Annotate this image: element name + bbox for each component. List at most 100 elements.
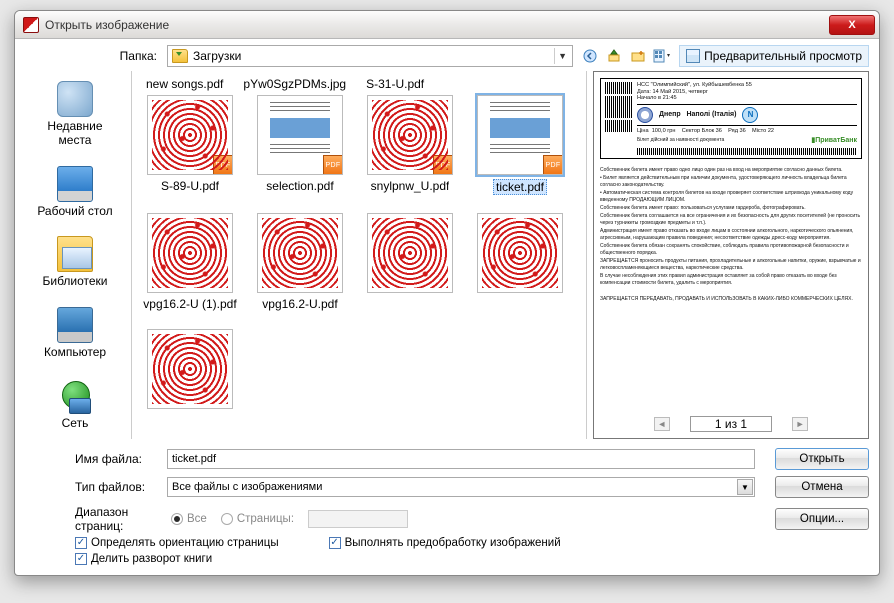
folder-label: Папка: bbox=[115, 49, 157, 63]
pdf-badge-icon: PDF bbox=[213, 155, 233, 175]
barcode-icon bbox=[605, 82, 633, 155]
folder-icon bbox=[172, 49, 188, 63]
file-thumbnail bbox=[147, 213, 233, 293]
computer-icon bbox=[57, 307, 93, 343]
sidebar-item-network[interactable]: Сеть bbox=[30, 374, 120, 435]
range-pages-radio[interactable]: Страницы: bbox=[221, 513, 294, 525]
new-folder-button[interactable] bbox=[627, 45, 649, 67]
sidebar-item-label: Рабочий стол bbox=[37, 205, 112, 219]
libraries-icon bbox=[57, 236, 93, 272]
radio-icon bbox=[171, 513, 183, 525]
filename-label: Имя файла: bbox=[25, 452, 157, 466]
radio-icon bbox=[221, 513, 233, 525]
folder-value: Загрузки bbox=[193, 49, 241, 63]
file-thumbnail: PDF bbox=[257, 95, 343, 175]
ticket-preview: НСС "Олимпийский", ул. Куйбышевбенка 55Д… bbox=[600, 78, 862, 159]
file-thumbnail: PDF bbox=[147, 95, 233, 175]
nav-back-button[interactable] bbox=[579, 45, 601, 67]
team-logo-2-icon: N bbox=[742, 107, 758, 123]
splitbook-checkbox[interactable]: ✓ Делить разворот книги bbox=[75, 553, 212, 565]
open-button[interactable]: Открыть bbox=[775, 448, 869, 470]
preview-pager: ◄ 1 из 1 ► bbox=[594, 412, 868, 438]
team-logo-1-icon bbox=[637, 107, 653, 123]
up-one-level-button[interactable] bbox=[603, 45, 625, 67]
preview-toggle-button[interactable]: Предварительный просмотр bbox=[679, 45, 869, 67]
titlebar: Открыть изображение X bbox=[15, 11, 879, 39]
sidebar-item-label: Недавние места bbox=[30, 120, 120, 148]
window-title: Открыть изображение bbox=[45, 18, 169, 32]
pdf-badge-icon: PDF bbox=[543, 155, 563, 175]
sidebar-item-computer[interactable]: Компьютер bbox=[30, 303, 120, 364]
orientation-checkbox[interactable]: ✓ Определять ориентацию страницы bbox=[75, 537, 279, 549]
checkbox-icon: ✓ bbox=[75, 553, 87, 565]
file-name: selection.pdf bbox=[266, 179, 333, 193]
file-list[interactable]: new songs.pdf pYw0SgzPDMs.jpg S-31-U.pdf… bbox=[131, 71, 587, 439]
cancel-button[interactable]: Отмена bbox=[775, 476, 869, 498]
desktop-icon bbox=[57, 166, 93, 202]
filename-label[interactable]: new songs.pdf bbox=[146, 77, 223, 91]
barcode-icon bbox=[637, 148, 857, 155]
folder-combo[interactable]: Загрузки ▼ bbox=[167, 45, 573, 67]
open-image-dialog: Открыть изображение X Папка: Загрузки ▼ bbox=[14, 10, 880, 576]
page-counter: 1 из 1 bbox=[690, 416, 772, 432]
preview-fineprint: Собственник билета имеет право одно лицо… bbox=[600, 167, 862, 303]
sidebar-item-label: Библиотеки bbox=[42, 275, 107, 289]
filename-label[interactable]: S-31-U.pdf bbox=[366, 77, 424, 91]
places-sidebar: Недавние места Рабочий стол Библиотеки К… bbox=[25, 71, 125, 439]
chevron-down-icon[interactable]: ▼ bbox=[737, 479, 753, 495]
checkbox-icon: ✓ bbox=[329, 537, 341, 549]
file-item[interactable]: PDF selection.pdf bbox=[250, 95, 350, 195]
file-item[interactable]: vpg16.2-U.pdf bbox=[250, 213, 350, 311]
file-name: snylpnw_U.pdf bbox=[371, 179, 450, 193]
file-item[interactable] bbox=[140, 329, 240, 409]
file-item[interactable] bbox=[360, 213, 460, 311]
view-menu-button[interactable] bbox=[651, 45, 673, 67]
recent-places-icon bbox=[57, 81, 93, 117]
checkbox-icon: ✓ bbox=[75, 537, 87, 549]
sidebar-item-desktop[interactable]: Рабочий стол bbox=[30, 162, 120, 223]
file-thumbnail: PDF bbox=[477, 95, 563, 175]
file-name: vpg16.2-U (1).pdf bbox=[143, 297, 236, 311]
preview-content: НСС "Олимпийский", ул. Куйбышевбенка 55Д… bbox=[594, 72, 868, 412]
range-all-radio[interactable]: Все bbox=[171, 513, 207, 525]
close-button[interactable]: X bbox=[829, 15, 875, 35]
sidebar-item-libraries[interactable]: Библиотеки bbox=[30, 232, 120, 293]
sidebar-item-label: Сеть bbox=[62, 417, 89, 431]
file-name: S-89-U.pdf bbox=[161, 179, 219, 193]
folder-bar: Папка: Загрузки ▼ bbox=[25, 45, 869, 67]
preprocess-checkbox[interactable]: ✓ Выполнять предобработку изображений bbox=[329, 537, 561, 549]
prev-page-button[interactable]: ◄ bbox=[654, 417, 670, 431]
chevron-down-icon[interactable]: ▼ bbox=[554, 48, 570, 64]
sidebar-item-recent[interactable]: Недавние места bbox=[30, 77, 120, 152]
file-name: vpg16.2-U.pdf bbox=[262, 297, 337, 311]
pdf-badge-icon: PDF bbox=[433, 155, 453, 175]
filetype-combo[interactable]: Все файлы с изображениями ▼ bbox=[167, 477, 755, 497]
file-thumbnail bbox=[477, 213, 563, 293]
file-thumbnail bbox=[257, 213, 343, 293]
preview-toggle-label: Предварительный просмотр bbox=[704, 49, 862, 63]
filename-input[interactable]: ticket.pdf bbox=[167, 449, 755, 469]
file-item[interactable] bbox=[470, 213, 570, 311]
file-item[interactable]: vpg16.2-U (1).pdf bbox=[140, 213, 240, 311]
file-thumbnail bbox=[367, 213, 453, 293]
filetype-label: Тип файлов: bbox=[25, 480, 157, 494]
file-item[interactable]: PDF snylpnw_U.pdf bbox=[360, 95, 460, 195]
sidebar-item-label: Компьютер bbox=[44, 346, 106, 360]
app-icon bbox=[23, 17, 39, 33]
options-button[interactable]: Опции... bbox=[775, 508, 869, 530]
file-item[interactable]: PDF ticket.pdf bbox=[470, 95, 570, 195]
privatbank-logo: ▮ПриватБанк bbox=[811, 137, 857, 145]
network-icon bbox=[57, 378, 93, 414]
preview-panel: НСС "Олимпийский", ул. Куйбышевбенка 55Д… bbox=[593, 71, 869, 439]
page-range-input[interactable] bbox=[308, 510, 408, 528]
next-page-button[interactable]: ► bbox=[792, 417, 808, 431]
bottom-panel: Имя файла: ticket.pdf Открыть Тип файлов… bbox=[25, 445, 869, 565]
file-name: ticket.pdf bbox=[493, 179, 547, 195]
file-thumbnail bbox=[147, 329, 233, 409]
file-item[interactable]: PDF S-89-U.pdf bbox=[140, 95, 240, 195]
partial-row-labels: new songs.pdf pYw0SgzPDMs.jpg S-31-U.pdf bbox=[140, 75, 578, 95]
pdf-badge-icon: PDF bbox=[323, 155, 343, 175]
filename-label[interactable]: pYw0SgzPDMs.jpg bbox=[243, 77, 346, 91]
file-thumbnail: PDF bbox=[367, 95, 453, 175]
preview-icon bbox=[686, 49, 700, 63]
